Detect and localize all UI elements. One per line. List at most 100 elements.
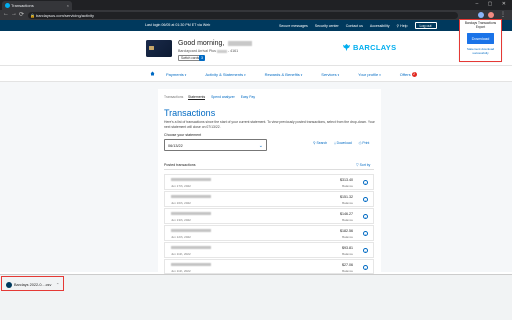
secure-messages-link[interactable]: Secure messages <box>279 24 308 28</box>
help-link[interactable]: ⚲ Help <box>397 24 408 28</box>
expand-row-icon[interactable]: › <box>363 265 368 270</box>
transaction-balance-label: Balance <box>342 184 353 188</box>
transaction-row[interactable]: Jun 11th, 2022 $93.81 Balance › <box>164 242 374 258</box>
sort-by-label: Sort by <box>359 163 371 167</box>
nav-offers-label: Offers <box>399 72 411 77</box>
expand-row-icon[interactable]: › <box>363 248 368 253</box>
statement-select-label: Choose your statement <box>164 133 202 137</box>
highlight-box-download <box>1 276 64 291</box>
transaction-balance-label: Balance <box>342 269 353 273</box>
nav-offers[interactable]: Offers 2 <box>400 72 417 77</box>
transaction-amount: $27.06 <box>342 263 353 267</box>
nav-your-profile[interactable]: Your profile▾ <box>358 72 381 77</box>
browser-tabbar: Transactions × – ▢ ✕ <box>0 0 512 10</box>
forward-icon[interactable]: → <box>11 11 17 17</box>
last-login-text: Last login 06/05 at 01:30 PM ET via Web <box>145 23 211 27</box>
posted-transactions-heading: Posted transactions <box>164 163 196 167</box>
logo-text: BARCLAYS <box>353 43 397 52</box>
expand-row-icon[interactable]: › <box>363 214 368 219</box>
transaction-date: Jun 13th, 2022 <box>171 218 191 222</box>
transaction-row[interactable]: Jun 11th, 2022 $27.06 Balance › <box>164 259 374 274</box>
transaction-row[interactable]: Jun 17th, 2022 $313.40 Balance › <box>164 174 374 190</box>
chevron-down-icon: ⌄ <box>258 143 263 149</box>
profile-avatar-icon[interactable] <box>488 12 494 18</box>
greeting-text: Good morning, <box>178 40 225 47</box>
transaction-balance-label: Balance <box>342 252 353 256</box>
transaction-date: Jun 16th, 2022 <box>171 201 191 205</box>
sort-by-button[interactable]: ▽ Sort by <box>356 163 370 167</box>
nav-services-label: Services <box>321 72 337 77</box>
print-button[interactable]: ⎙ Print <box>359 141 370 145</box>
page-title: Transactions <box>164 108 216 118</box>
reload-icon[interactable]: ⟳ <box>19 11 24 18</box>
tab-close-icon[interactable]: × <box>67 1 69 10</box>
expand-row-icon[interactable]: › <box>363 180 368 185</box>
download-shelf: Barclays 2022-0....csv ⌃ <box>0 274 512 320</box>
download-button[interactable]: ⤓ Download <box>334 141 352 145</box>
breadcrumb[interactable]: Transactions <box>164 95 183 99</box>
utility-links: Secure messages Security center Contact … <box>279 20 437 31</box>
subtabs: Statements Spend analyzer Easy Pay <box>188 95 255 100</box>
home-icon[interactable] <box>150 71 155 76</box>
contact-us-link[interactable]: Contact us <box>346 24 363 28</box>
nav-payments-label: Payments <box>166 72 184 77</box>
redacted-merchant <box>171 195 211 198</box>
window-controls[interactable]: – ▢ ✕ <box>476 1 510 7</box>
extension-icon[interactable] <box>478 12 484 18</box>
account-header <box>0 31 512 65</box>
transaction-amount: $182.56 <box>340 229 353 233</box>
nav-rewards-label: Rewards & Benefits <box>264 72 300 77</box>
expand-row-icon[interactable]: › <box>363 197 368 202</box>
expand-row-icon[interactable]: › <box>363 231 368 236</box>
transaction-balance-label: Balance <box>342 218 353 222</box>
redacted-card-number <box>216 49 227 53</box>
transaction-actions: ⚲ Search ⤓ Download ⎙ Print <box>313 141 369 145</box>
search-button[interactable]: ⚲ Search <box>313 141 327 145</box>
switch-cards-count[interactable]: 3 <box>199 55 205 61</box>
eagle-icon <box>342 43 351 52</box>
tab-statements[interactable]: Statements <box>188 95 206 100</box>
transaction-date: Jun 11th, 2022 <box>171 269 191 273</box>
transaction-amount: $313.40 <box>340 178 353 182</box>
download-label: Download <box>336 141 352 145</box>
accessibility-link[interactable]: Accessibility <box>370 24 390 28</box>
back-icon[interactable]: ← <box>3 11 9 17</box>
address-bar-row: ← → ⟳ 🔒 barclaysus.com/servicing/activit… <box>0 10 512 20</box>
tab-spend-analyzer[interactable]: Spend analyzer <box>211 95 235 100</box>
browser-tab[interactable]: Transactions × <box>2 1 72 10</box>
transaction-amount: $93.81 <box>342 246 353 250</box>
transaction-balance-label: Balance <box>342 201 353 205</box>
chevron-down-icon: ▾ <box>337 73 340 77</box>
nav-services[interactable]: Services▾ <box>321 72 339 77</box>
url-field[interactable]: 🔒 barclaysus.com/servicing/activity <box>28 12 458 19</box>
url-text: barclaysus.com/servicing/activity <box>36 13 95 18</box>
card-last4: - 4161 <box>227 49 239 53</box>
tab-title: Transactions <box>11 3 34 8</box>
card-name: Barclaycard Arrival Plus - 4161 <box>178 49 238 53</box>
nav-payments[interactable]: Payments▾ <box>166 72 186 77</box>
nav-rewards-benefits[interactable]: Rewards & Benefits▾ <box>265 72 303 77</box>
logout-button[interactable]: Log out <box>414 22 437 29</box>
barclays-logo[interactable]: BARCLAYS <box>342 43 396 52</box>
utility-bar: Last login 06/05 at 01:30 PM ET via Web … <box>0 20 512 31</box>
transaction-date: Jun 12th, 2022 <box>171 235 191 239</box>
chevron-down-icon: ▾ <box>300 73 303 77</box>
favicon-icon <box>5 3 10 8</box>
transaction-row[interactable]: Jun 16th, 2022 $151.32 Balance › <box>164 191 374 207</box>
transaction-amount: $151.32 <box>340 195 353 199</box>
browser-menu-icon[interactable]: ⋮ <box>500 11 506 18</box>
transaction-row[interactable]: Jun 13th, 2022 $146.27 Balance › <box>164 208 374 224</box>
offers-badge: 2 <box>411 72 417 77</box>
transaction-amount: $146.27 <box>340 212 353 216</box>
chevron-down-icon: ▾ <box>244 73 246 77</box>
redacted-merchant <box>171 212 211 215</box>
nav-activity-label: Activity & Statements <box>205 72 244 77</box>
statement-select[interactable]: 06/13/22 ⌄ <box>164 139 267 151</box>
nav-profile-label: Your profile <box>358 72 379 77</box>
security-center-link[interactable]: Security center <box>315 24 339 28</box>
tab-easy-pay[interactable]: Easy Pay <box>241 95 255 100</box>
transaction-row[interactable]: Jun 12th, 2022 $182.56 Balance › <box>164 225 374 241</box>
download-icon: ⤓ <box>334 141 336 145</box>
chevron-down-icon: ▾ <box>184 73 187 77</box>
nav-activity-statements[interactable]: Activity & Statements▾ <box>205 72 245 77</box>
